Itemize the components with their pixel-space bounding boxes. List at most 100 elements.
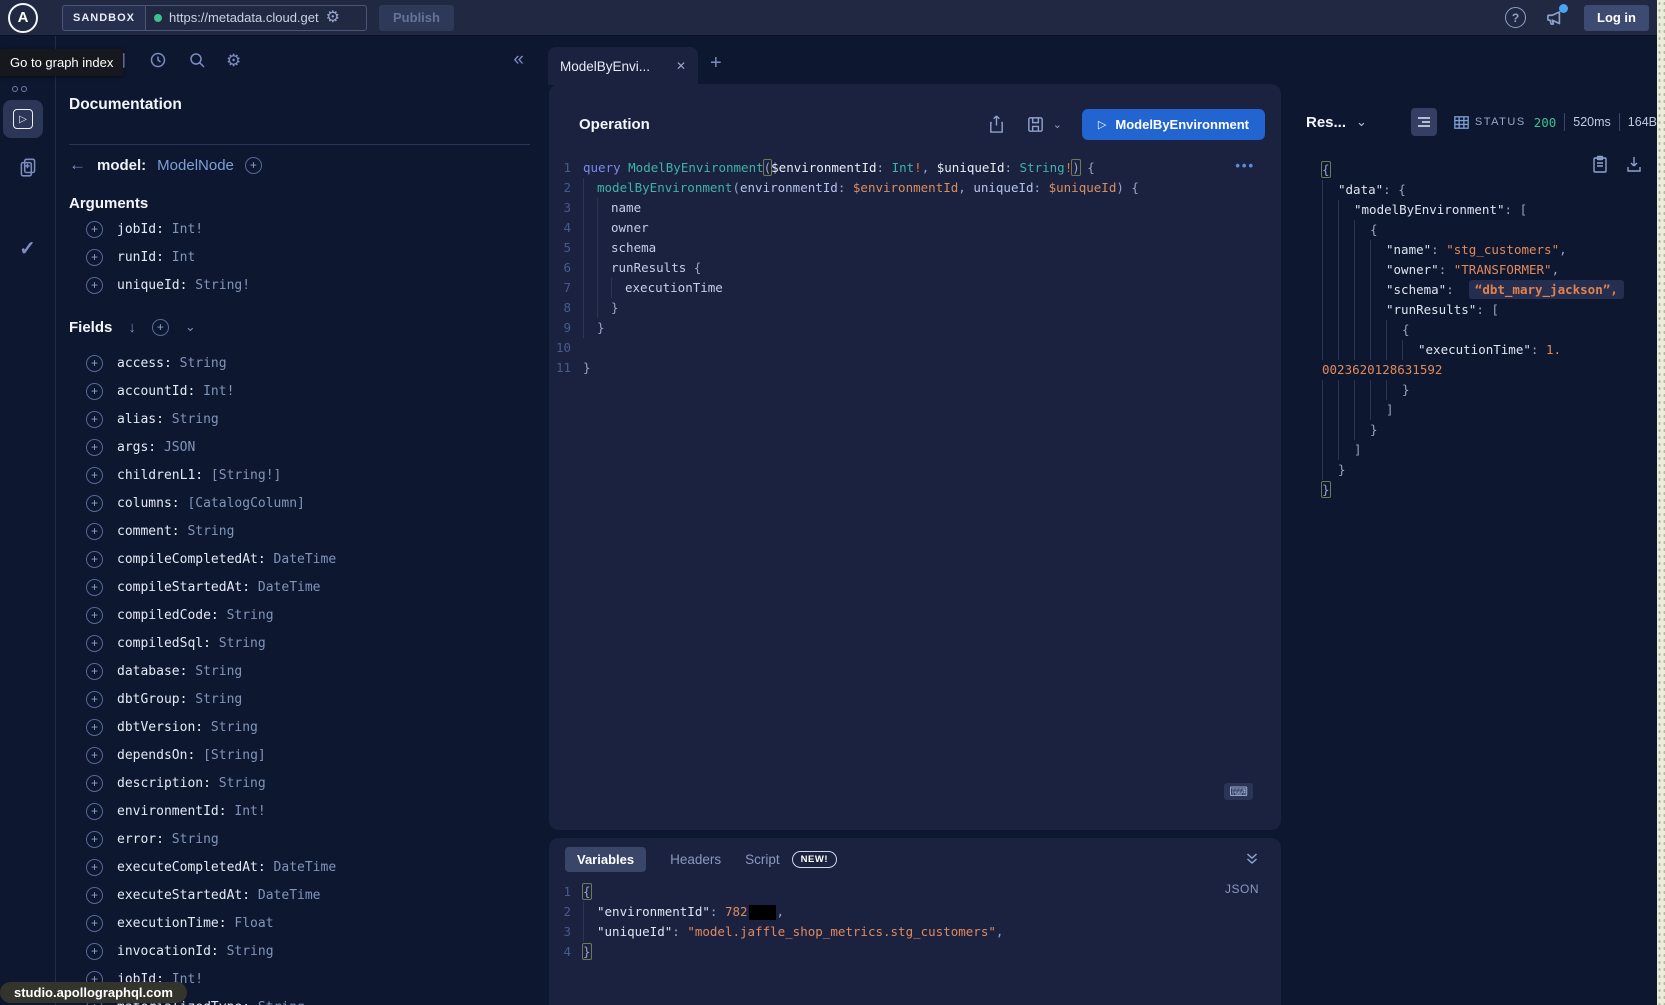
argument-row[interactable]: uniqueId: String! (69, 271, 530, 299)
field-row[interactable]: compiledCode: String (69, 601, 530, 629)
add-field-icon[interactable] (86, 551, 103, 568)
endpoint-settings-gear-icon[interactable]: ⚙ (326, 10, 340, 26)
field-row[interactable]: executeCompletedAt: DateTime (69, 853, 530, 881)
field-row[interactable]: alias: String (69, 405, 530, 433)
tab-script[interactable]: Script (745, 852, 780, 867)
settings-gear-icon[interactable]: ⚙ (226, 52, 241, 69)
field-row[interactable]: compiledSql: String (69, 629, 530, 657)
field-row[interactable]: description: String (69, 769, 530, 797)
tab-headers[interactable]: Headers (670, 852, 721, 867)
search-icon[interactable] (187, 50, 207, 70)
variables-editor[interactable]: 1{2"environmentId": 782,3"uniqueId": "mo… (549, 882, 1281, 962)
add-field-icon[interactable] (86, 607, 103, 624)
graph-index-icon[interactable] (12, 86, 18, 92)
apollo-logo[interactable]: A (8, 3, 38, 33)
add-field-icon[interactable] (86, 467, 103, 484)
add-all-fields-icon[interactable] (152, 319, 169, 336)
field-row[interactable]: dbtVersion: String (69, 713, 530, 741)
endpoint-url-text[interactable]: https://metadata.cloud.get (169, 10, 319, 25)
sidebar-item-explorer[interactable] (3, 100, 43, 138)
type-link[interactable]: ModelNode (157, 157, 234, 174)
share-icon[interactable] (987, 114, 1006, 135)
add-field-icon[interactable] (86, 579, 103, 596)
field-row[interactable]: executeStartedAt: DateTime (69, 881, 530, 909)
login-button[interactable]: Log in (1584, 5, 1649, 31)
argument-row[interactable]: runId: Int (69, 243, 530, 271)
add-field-icon[interactable] (86, 719, 103, 736)
collapse-panel-icon[interactable] (1243, 850, 1261, 868)
add-field-icon[interactable] (86, 411, 103, 428)
field-row[interactable]: environmentId: Int! (69, 797, 530, 825)
add-argument-icon[interactable] (86, 249, 103, 266)
keyboard-shortcuts-icon[interactable] (1224, 783, 1253, 800)
response-body[interactable]: {"data": {"modelByEnvironment": [{"name"… (1306, 160, 1657, 500)
field-row[interactable]: compileStartedAt: DateTime (69, 573, 530, 601)
add-field-icon[interactable] (86, 383, 103, 400)
add-field-icon[interactable] (86, 495, 103, 512)
field-row[interactable]: comment: String (69, 517, 530, 545)
add-field-icon[interactable] (86, 831, 103, 848)
sidebar-item-collections[interactable] (17, 156, 39, 178)
save-icon[interactable] (1026, 115, 1045, 134)
add-argument-icon[interactable] (86, 277, 103, 294)
response-title[interactable]: Res... (1306, 114, 1346, 131)
tab-title: ModelByEnvi... (560, 59, 650, 74)
add-field-icon[interactable] (86, 439, 103, 456)
add-field-icon[interactable] (86, 803, 103, 820)
field-row[interactable]: accountId: Int! (69, 377, 530, 405)
add-field-icon[interactable] (86, 635, 103, 652)
field-row[interactable]: invocationId: String (69, 937, 530, 965)
field-row[interactable]: compileCompletedAt: DateTime (69, 545, 530, 573)
history-icon[interactable] (148, 50, 168, 70)
add-argument-icon[interactable] (86, 221, 103, 238)
field-row[interactable]: database: String (69, 657, 530, 685)
announcements-megaphone-icon[interactable] (1544, 7, 1566, 29)
add-field-icon[interactable] (86, 775, 103, 792)
tab-close-icon[interactable] (676, 59, 686, 73)
tab-modelbyenvironment[interactable]: ModelByEnvi... (548, 47, 698, 85)
add-field-icon[interactable] (86, 691, 103, 708)
run-operation-button[interactable]: ModelByEnvironment (1082, 109, 1265, 140)
add-field-icon[interactable] (86, 915, 103, 932)
add-field-icon[interactable] (86, 747, 103, 764)
editor-options-icon[interactable] (1235, 158, 1255, 173)
back-arrow-icon[interactable] (69, 155, 86, 175)
download-response-icon[interactable] (1625, 154, 1643, 174)
field-row[interactable]: dependsOn: [String] (69, 741, 530, 769)
sort-fields-icon[interactable] (128, 319, 136, 336)
field-row[interactable]: childrenL1: [String!] (69, 461, 530, 489)
status-label: STATUS (1475, 116, 1526, 128)
add-field-icon[interactable] (86, 663, 103, 680)
field-row[interactable]: args: JSON (69, 433, 530, 461)
operation-panel: Operation ModelByEnvironment 1query Mode… (549, 84, 1281, 830)
response-time: 520ms (1573, 115, 1611, 129)
add-field-icon[interactable] (86, 355, 103, 372)
copy-response-icon[interactable] (1591, 154, 1609, 174)
table-view-icon[interactable] (1449, 108, 1475, 136)
add-field-icon[interactable] (86, 887, 103, 904)
collapse-docs-icon[interactable] (513, 49, 524, 71)
field-row[interactable]: access: String (69, 349, 530, 377)
argument-row[interactable]: jobId: Int! (69, 215, 530, 243)
add-field-icon[interactable] (86, 943, 103, 960)
response-chevron-icon[interactable] (1356, 114, 1367, 130)
operation-editor[interactable]: 1query ModelByEnvironment($environmentId… (549, 158, 1281, 378)
help-icon[interactable] (1505, 7, 1526, 28)
add-field-icon[interactable] (86, 859, 103, 876)
field-row[interactable]: error: String (69, 825, 530, 853)
endpoint-url-input[interactable]: https://metadata.cloud.get ⚙ (145, 5, 367, 31)
sidebar-item-checks[interactable] (19, 236, 36, 261)
new-tab-button[interactable] (710, 52, 722, 75)
field-row[interactable]: executionTime: Float (69, 909, 530, 937)
field-row[interactable]: dbtGroup: String (69, 685, 530, 713)
add-field-icon[interactable] (86, 523, 103, 540)
field-row[interactable]: columns: [CatalogColumn] (69, 489, 530, 517)
add-type-icon[interactable] (245, 157, 262, 174)
chevron-down-icon[interactable] (185, 319, 196, 335)
documentation-toolbar: ⚙ (56, 36, 550, 84)
publish-button[interactable]: Publish (379, 5, 454, 31)
tab-variables[interactable]: Variables (565, 847, 646, 872)
json-view-icon[interactable] (1411, 108, 1437, 136)
response-stats: STATUS 200 520ms 164B (1475, 113, 1657, 131)
save-chevron-icon[interactable] (1053, 118, 1062, 131)
